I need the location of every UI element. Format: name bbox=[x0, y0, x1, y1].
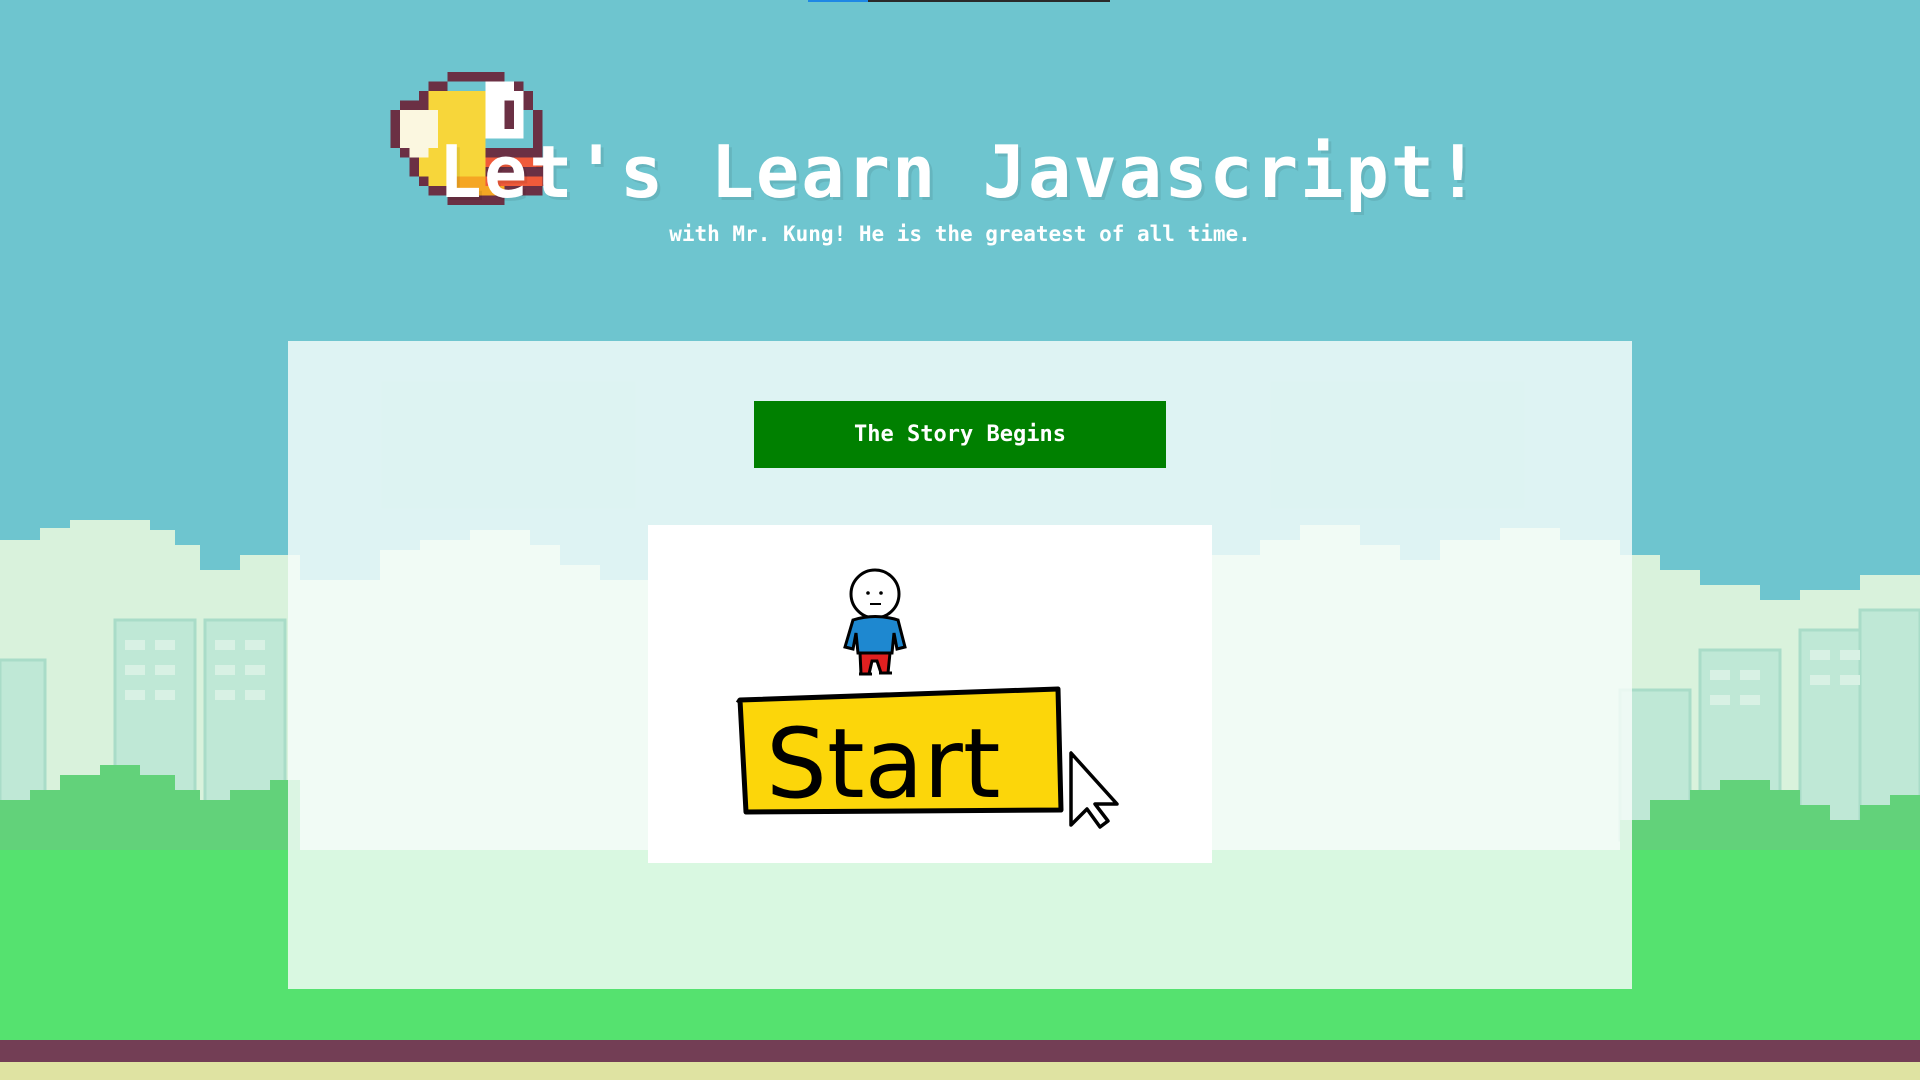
figure-head bbox=[849, 568, 901, 620]
story-begins-button[interactable]: The Story Begins bbox=[754, 401, 1166, 468]
figure-shirt bbox=[843, 615, 907, 655]
mouse-cursor-icon bbox=[1069, 751, 1119, 829]
figure-pants bbox=[858, 651, 892, 676]
page-progress-fill bbox=[808, 0, 869, 2]
page-progress-bar bbox=[808, 0, 1110, 2]
start-sign-text: Start bbox=[766, 708, 1001, 820]
page-title: Let's Learn Javascript! bbox=[438, 130, 1482, 214]
comic-image[interactable]: Start bbox=[648, 525, 1212, 863]
stick-figure-start-drawing: Start bbox=[735, 568, 1119, 829]
content-panel: The Story Begins Start bbox=[288, 341, 1632, 989]
page-subtitle: with Mr. Kung! He is the greatest of all… bbox=[669, 222, 1251, 246]
